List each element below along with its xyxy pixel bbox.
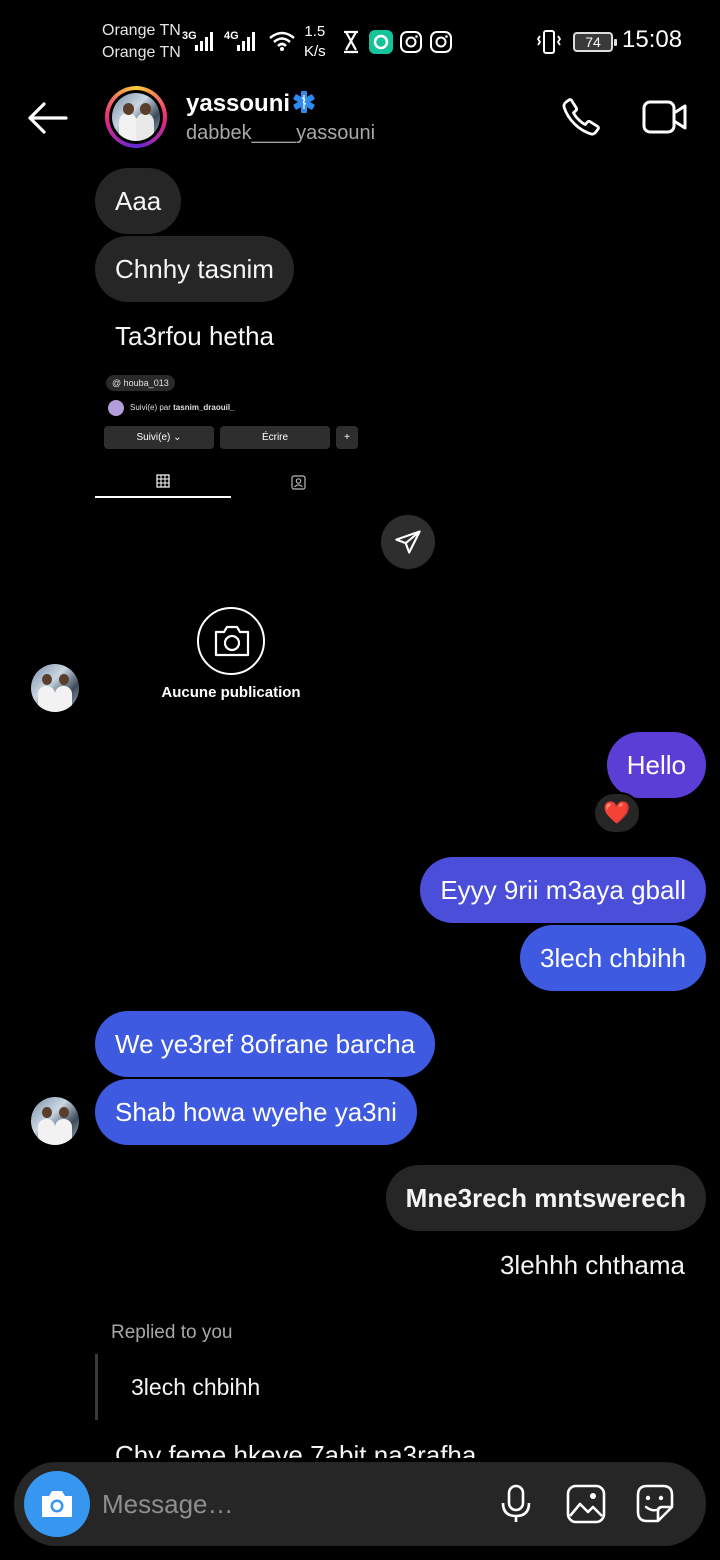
carrier-1: Orange TN: [102, 22, 181, 39]
message-text-received[interactable]: Ta3rfou hetha: [115, 321, 274, 352]
message-composer: [14, 1462, 706, 1546]
grid-icon[interactable]: [156, 474, 170, 488]
share-button[interactable]: [381, 515, 435, 569]
camera-button[interactable]: [24, 1471, 90, 1537]
tagged-icon[interactable]: [291, 475, 306, 490]
write-button[interactable]: Écrire: [220, 426, 330, 449]
message-text-sent[interactable]: 3lehhh chthama: [500, 1250, 685, 1281]
hourglass-icon: [344, 30, 358, 54]
reply-quote-text[interactable]: 3lech chbihh: [131, 1374, 260, 1401]
sender-avatar[interactable]: [31, 1097, 79, 1145]
threads-tag: @ houba_013: [106, 375, 175, 391]
message-bubble-received[interactable]: Chnhy tasnim: [95, 236, 294, 302]
send-icon: [395, 530, 421, 554]
no-posts-label: Aucune publication: [161, 684, 301, 701]
grammarly-icon: [369, 30, 393, 54]
no-posts-camera: [197, 607, 265, 675]
signal-icon: [195, 32, 213, 51]
sticker-icon[interactable]: [634, 1483, 676, 1525]
phone-call-icon[interactable]: [560, 96, 602, 138]
add-person-icon[interactable]: +: [336, 426, 358, 449]
message-bubble-sent[interactable]: Hello: [606, 732, 706, 798]
message-bubble-received[interactable]: Shab howa wyehe ya3ni: [95, 1079, 417, 1145]
camera-icon: [214, 625, 250, 657]
carrier-2: Orange TN: [102, 44, 181, 61]
message-input[interactable]: [102, 1482, 482, 1526]
message-bubble-sent[interactable]: Eyyy 9rii m3aya gball: [420, 857, 706, 923]
message-bubble-sent[interactable]: Mne3rech mntswerech: [385, 1165, 706, 1231]
contact-handle[interactable]: dabbek____yassouni: [186, 122, 375, 145]
signal-icon: [237, 32, 255, 51]
medical-star-icon: [293, 91, 315, 113]
contact-avatar[interactable]: [105, 86, 167, 148]
contact-name[interactable]: yassouni: [186, 90, 316, 118]
instagram-icon: [430, 31, 452, 53]
wifi-icon: [269, 31, 295, 51]
camera-icon: [42, 1491, 72, 1517]
battery-indicator: 74: [573, 32, 617, 52]
vibrate-icon: [536, 30, 562, 54]
reply-quote-bar: [95, 1354, 98, 1420]
microphone-icon[interactable]: [500, 1484, 532, 1524]
sender-avatar[interactable]: [31, 664, 79, 712]
heart-reaction[interactable]: ❤️: [593, 792, 641, 834]
follow-button[interactable]: Suivi(e) ⌄: [104, 426, 214, 449]
replied-label: Replied to you: [111, 1322, 233, 1343]
instagram-icon: [400, 31, 422, 53]
message-bubble-received[interactable]: Aaa: [95, 168, 182, 234]
active-tab-indicator: [95, 496, 231, 498]
message-bubble-sent[interactable]: 3lech chbihh: [520, 925, 706, 991]
back-arrow-icon[interactable]: [26, 100, 68, 136]
network-speed: 1.5 K/s: [304, 23, 326, 60]
video-call-icon[interactable]: [642, 98, 688, 136]
gallery-icon[interactable]: [566, 1484, 606, 1524]
clock: 15:08: [622, 26, 683, 53]
message-bubble-received[interactable]: We ye3ref 8ofrane barcha: [95, 1011, 436, 1077]
followed-by-line: Suivi(e) par tasnim_draouil_: [108, 400, 235, 416]
status-bar: Orange TN Orange TN 3G 4G 1.5 K/s 74 15:…: [0, 0, 720, 80]
